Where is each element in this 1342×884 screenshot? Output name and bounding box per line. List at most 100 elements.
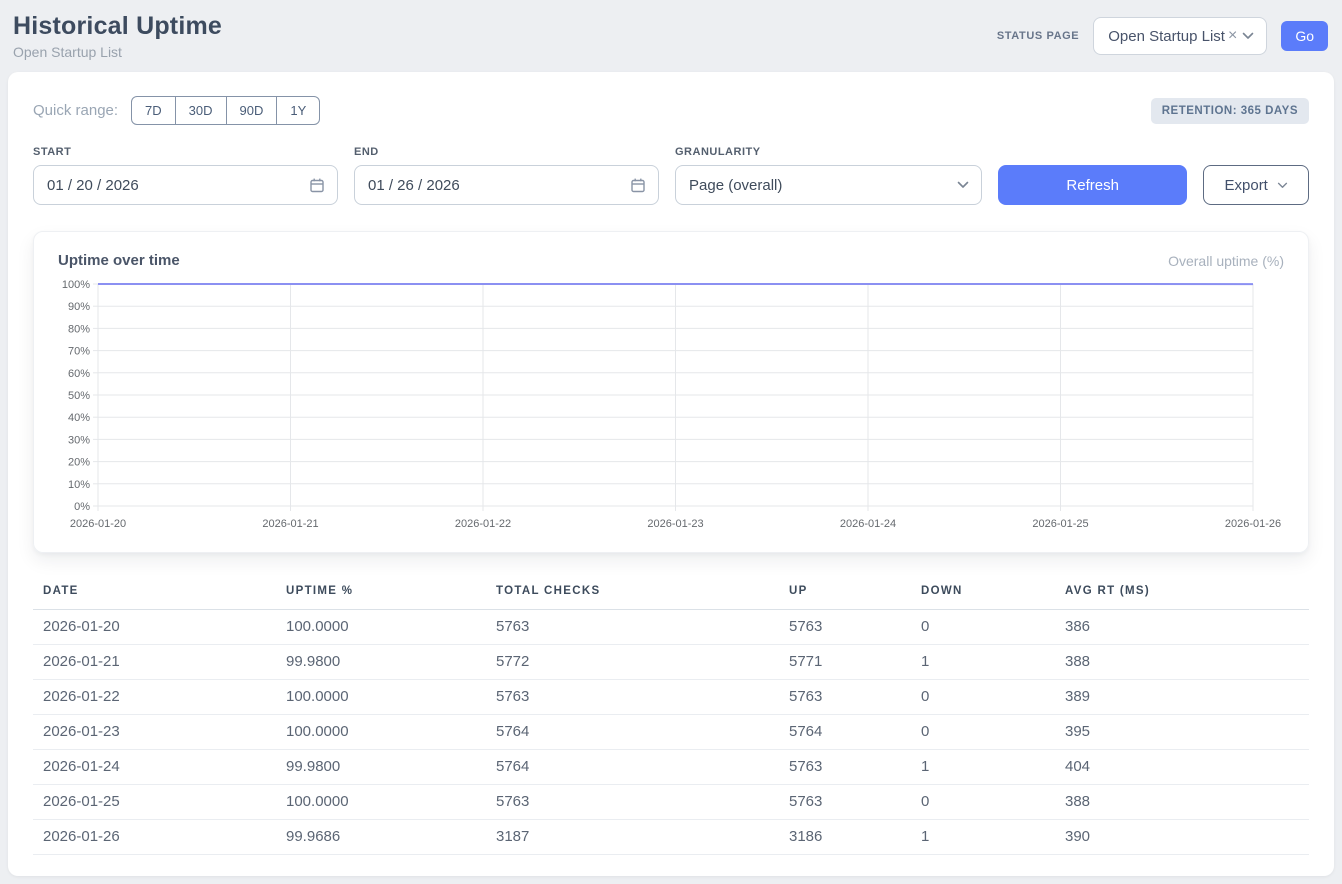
- table-cell: 0: [911, 610, 1055, 645]
- calendar-icon[interactable]: [309, 177, 325, 193]
- table-cell: 2026-01-23: [33, 715, 276, 750]
- chevron-down-icon: [1242, 32, 1254, 40]
- table-cell: 388: [1055, 785, 1309, 820]
- table-cell: 395: [1055, 715, 1309, 750]
- table-header-row: DATEUPTIME %TOTAL CHECKSUPDOWNAVG RT (MS…: [33, 576, 1309, 610]
- table-cell: 1: [911, 820, 1055, 855]
- top-bar-right: STATUS PAGE Open Startup List × Go: [997, 17, 1328, 55]
- column-header: DATE: [33, 576, 276, 610]
- svg-text:90%: 90%: [68, 301, 90, 313]
- status-page-value: Open Startup List: [1108, 28, 1225, 45]
- table-cell: 99.9800: [276, 645, 486, 680]
- export-button-label: Export: [1225, 177, 1268, 194]
- table-cell: 2026-01-22: [33, 680, 276, 715]
- quick-range-1y-button[interactable]: 1Y: [276, 96, 320, 125]
- table-body: 2026-01-20100.00005763576303862026-01-21…: [33, 610, 1309, 855]
- top-bar: Historical Uptime Open Startup List STAT…: [0, 0, 1342, 72]
- svg-text:100%: 100%: [62, 279, 90, 291]
- svg-text:30%: 30%: [68, 434, 90, 446]
- table-cell: 5763: [779, 610, 911, 645]
- uptime-chart-card: Uptime over time Overall uptime (%) 0%10…: [33, 231, 1309, 553]
- table-cell: 0: [911, 680, 1055, 715]
- table-cell: 389: [1055, 680, 1309, 715]
- chevron-down-icon: [957, 181, 969, 189]
- table-cell: 1: [911, 645, 1055, 680]
- export-button[interactable]: Export: [1203, 165, 1309, 205]
- svg-text:0%: 0%: [74, 501, 90, 513]
- svg-text:50%: 50%: [68, 390, 90, 402]
- end-date-input[interactable]: 01 / 26 / 2026: [354, 165, 659, 205]
- table-cell: 0: [911, 715, 1055, 750]
- table-row: 2026-01-2499.9800576457631404: [33, 750, 1309, 785]
- svg-text:2026-01-24: 2026-01-24: [840, 518, 896, 530]
- page-subtitle: Open Startup List: [13, 44, 222, 60]
- main-panel: Quick range: 7D30D90D1Y RETENTION: 365 D…: [8, 72, 1334, 876]
- svg-text:2026-01-26: 2026-01-26: [1225, 518, 1281, 530]
- refresh-button[interactable]: Refresh: [998, 165, 1187, 205]
- quick-range-7d-button[interactable]: 7D: [131, 96, 176, 125]
- table-cell: 5763: [486, 785, 779, 820]
- svg-text:10%: 10%: [68, 479, 90, 491]
- page-title: Historical Uptime: [13, 12, 222, 41]
- filter-form-row: START 01 / 20 / 2026 END 01 / 26 / 2026: [33, 146, 1309, 205]
- table-cell: 3187: [486, 820, 779, 855]
- start-date-value: 01 / 20 / 2026: [47, 177, 139, 194]
- chart-canvas: 0%10%20%30%40%50%60%70%80%90%100%2026-01…: [58, 277, 1283, 535]
- table-cell: 5764: [779, 715, 911, 750]
- status-page-select[interactable]: Open Startup List ×: [1093, 17, 1267, 55]
- granularity-field: GRANULARITY Page (overall): [675, 146, 982, 205]
- granularity-value: Page (overall): [689, 177, 782, 194]
- table-row: 2026-01-2699.9686318731861390: [33, 820, 1309, 855]
- quick-range-label: Quick range:: [33, 102, 118, 119]
- end-date-field: END 01 / 26 / 2026: [354, 146, 659, 205]
- table-header: DATEUPTIME %TOTAL CHECKSUPDOWNAVG RT (MS…: [33, 576, 1309, 610]
- table-cell: 2026-01-21: [33, 645, 276, 680]
- svg-text:2026-01-21: 2026-01-21: [262, 518, 318, 530]
- granularity-label: GRANULARITY: [675, 146, 982, 158]
- table-cell: 5763: [486, 680, 779, 715]
- table-cell: 100.0000: [276, 785, 486, 820]
- start-date-input[interactable]: 01 / 20 / 2026: [33, 165, 338, 205]
- quick-range-90d-button[interactable]: 90D: [226, 96, 278, 125]
- clear-icon[interactable]: ×: [1228, 28, 1237, 44]
- table-cell: 100.0000: [276, 715, 486, 750]
- svg-text:40%: 40%: [68, 412, 90, 424]
- column-header: AVG RT (MS): [1055, 576, 1309, 610]
- table-cell: 2026-01-25: [33, 785, 276, 820]
- table-cell: 5764: [486, 750, 779, 785]
- calendar-icon[interactable]: [630, 177, 646, 193]
- table-cell: 5763: [779, 750, 911, 785]
- quick-range-row: Quick range: 7D30D90D1Y RETENTION: 365 D…: [33, 96, 1309, 125]
- go-button[interactable]: Go: [1281, 21, 1328, 51]
- table-cell: 404: [1055, 750, 1309, 785]
- retention-badge: RETENTION: 365 DAYS: [1151, 98, 1309, 124]
- table-cell: 5763: [486, 610, 779, 645]
- table-row: 2026-01-23100.0000576457640395: [33, 715, 1309, 750]
- table-cell: 5764: [486, 715, 779, 750]
- table-row: 2026-01-25100.0000576357630388: [33, 785, 1309, 820]
- table-cell: 1: [911, 750, 1055, 785]
- column-header: TOTAL CHECKS: [486, 576, 779, 610]
- table-cell: 5772: [486, 645, 779, 680]
- status-page-label: STATUS PAGE: [997, 30, 1079, 42]
- table-cell: 5763: [779, 680, 911, 715]
- table-cell: 100.0000: [276, 680, 486, 715]
- svg-text:2026-01-22: 2026-01-22: [455, 518, 511, 530]
- quick-range-30d-button[interactable]: 30D: [175, 96, 227, 125]
- table-cell: 100.0000: [276, 610, 486, 645]
- svg-text:20%: 20%: [68, 457, 90, 469]
- table-row: 2026-01-20100.0000576357630386: [33, 610, 1309, 645]
- svg-text:2026-01-23: 2026-01-23: [647, 518, 703, 530]
- start-date-label: START: [33, 146, 338, 158]
- column-header: DOWN: [911, 576, 1055, 610]
- table-row: 2026-01-22100.0000576357630389: [33, 680, 1309, 715]
- table-cell: 2026-01-26: [33, 820, 276, 855]
- column-header: UP: [779, 576, 911, 610]
- end-date-label: END: [354, 146, 659, 158]
- svg-text:2026-01-25: 2026-01-25: [1032, 518, 1088, 530]
- table-cell: 2026-01-24: [33, 750, 276, 785]
- chart-legend: Overall uptime (%): [1168, 253, 1284, 269]
- table-cell: 2026-01-20: [33, 610, 276, 645]
- granularity-select[interactable]: Page (overall): [675, 165, 982, 205]
- table-cell: 390: [1055, 820, 1309, 855]
